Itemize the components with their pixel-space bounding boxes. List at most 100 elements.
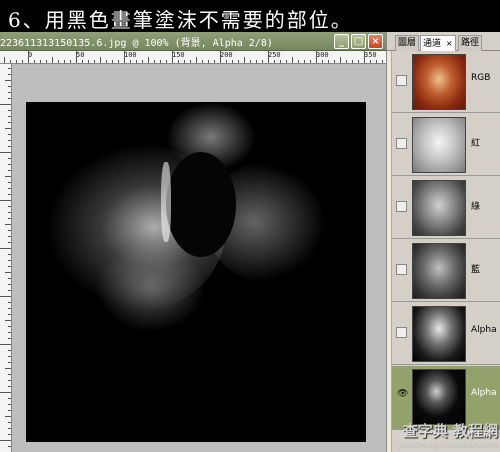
panel-tab-bar: 圖層 通道 × 路徑: [387, 32, 500, 51]
channel-label: 藍: [471, 265, 481, 275]
ruler-tick: [352, 60, 353, 63]
channel-thumbnail-blue: [412, 243, 466, 299]
tab-channels[interactable]: 通道 ×: [420, 35, 456, 51]
channel-row-red[interactable]: 紅: [392, 114, 500, 176]
ruler-tick: [28, 51, 29, 63]
ruler-tick: [5, 80, 11, 81]
ruler-tick: [4, 57, 5, 63]
ruler-label: 50: [76, 51, 85, 59]
ruler-tick: [0, 440, 11, 441]
visibility-toggle[interactable]: [396, 264, 407, 275]
channel-label: 綠: [471, 202, 481, 212]
ruler-tick: [8, 350, 11, 351]
ruler-tick: [184, 60, 185, 63]
document-titlebar[interactable]: 223611313150135.6.jpg @ 100% (背景, Alpha …: [0, 32, 386, 51]
ruler-label: 250: [268, 51, 281, 59]
ruler-tick: [250, 60, 251, 63]
ruler-tick: [8, 332, 11, 333]
ruler-tick: [8, 302, 11, 303]
ruler-tick: [8, 92, 11, 93]
ruler-tick: [5, 128, 11, 129]
ruler-tick: [8, 218, 11, 219]
ruler-tick: [8, 380, 11, 381]
ruler-label: 150: [172, 51, 185, 59]
vertical-ruler[interactable]: [0, 64, 12, 452]
ruler-tick: [328, 60, 329, 63]
channel-row-rgb[interactable]: RGB: [392, 51, 500, 113]
ruler-tick: [8, 290, 11, 291]
ruler-tick: [70, 60, 71, 63]
visibility-toggle[interactable]: [396, 138, 407, 149]
ruler-tick: [8, 356, 11, 357]
ruler-tick: [5, 368, 11, 369]
ruler-tick: [148, 57, 149, 63]
ruler-tick: [46, 60, 47, 63]
ruler-tick: [274, 60, 275, 63]
ruler-tick: [8, 446, 11, 447]
maximize-button[interactable]: □: [351, 34, 366, 49]
ruler-tick: [112, 60, 113, 63]
channel-label: Alpha 2: [471, 388, 500, 398]
ruler-tick: [8, 398, 11, 399]
visibility-toggle[interactable]: [396, 327, 407, 338]
ruler-tick: [34, 60, 35, 63]
ruler-tick: [8, 314, 11, 315]
ruler-tick: [0, 344, 11, 345]
ruler-tick: [82, 60, 83, 63]
ruler-tick: [8, 116, 11, 117]
canvas-area[interactable]: [12, 65, 386, 452]
ruler-tick: [244, 57, 245, 63]
ruler-tick: [8, 164, 11, 165]
ruler-tick: [8, 338, 11, 339]
channel-thumbnail-green: [412, 180, 466, 236]
channel-row-green[interactable]: 綠: [392, 177, 500, 239]
eye-icon: 👁: [397, 389, 409, 399]
ruler-label: 100: [124, 51, 137, 59]
ruler-tick: [8, 230, 11, 231]
tutorial-caption-banner: 6、用黑色畫筆塗沫不需要的部位。: [0, 0, 500, 32]
ruler-tick: [292, 57, 293, 63]
tab-layers[interactable]: 圖層: [395, 35, 420, 51]
ruler-tick: [166, 60, 167, 63]
site-watermark: 查字典 教程網 jiaocheng.chazidian.com: [399, 420, 498, 450]
tab-paths[interactable]: 路徑: [458, 35, 483, 51]
ruler-tick: [130, 60, 131, 63]
horizontal-ruler[interactable]: 0 50 100 150 200 250 300 350: [0, 51, 386, 64]
ruler-tick: [226, 60, 227, 63]
ruler-tick: [8, 284, 11, 285]
ruler-tick: [8, 434, 11, 435]
ruler-tick: [364, 51, 365, 63]
ruler-tick: [178, 60, 179, 63]
ruler-tick: [298, 60, 299, 63]
ruler-tick: [262, 60, 263, 63]
ruler-tick: [286, 60, 287, 63]
ruler-tick: [220, 51, 221, 63]
ruler-tick: [370, 60, 371, 63]
minimize-button[interactable]: _: [334, 34, 349, 49]
ruler-tick: [358, 60, 359, 63]
alpha-channel-image[interactable]: [26, 102, 366, 442]
tab-channels-label: 通道: [423, 39, 442, 49]
ruler-tick: [8, 260, 11, 261]
ruler-tick: [382, 60, 383, 63]
ruler-tick: [8, 266, 11, 267]
document-window: 223611313150135.6.jpg @ 100% (背景, Alpha …: [0, 32, 386, 452]
channel-row-alpha-1[interactable]: Alpha 1: [392, 303, 500, 365]
ruler-tick: [5, 416, 11, 417]
ruler-tick: [8, 254, 11, 255]
visibility-toggle[interactable]: [396, 75, 407, 86]
ruler-tick: [8, 74, 11, 75]
channel-thumbnail-red: [412, 117, 466, 173]
close-button[interactable]: ×: [368, 34, 383, 49]
channel-label: RGB: [471, 73, 491, 83]
watermark-url: jiaocheng.chazidian.com: [398, 441, 498, 450]
visibility-toggle[interactable]: [396, 201, 407, 212]
ruler-tick: [0, 152, 11, 153]
visibility-toggle[interactable]: 👁: [396, 389, 409, 401]
ruler-tick: [8, 122, 11, 123]
channel-thumbnail-rgb: [412, 54, 466, 110]
close-icon[interactable]: ×: [446, 39, 453, 48]
channel-row-blue[interactable]: 藍: [392, 240, 500, 302]
ruler-tick: [8, 110, 11, 111]
ruler-tick: [8, 374, 11, 375]
